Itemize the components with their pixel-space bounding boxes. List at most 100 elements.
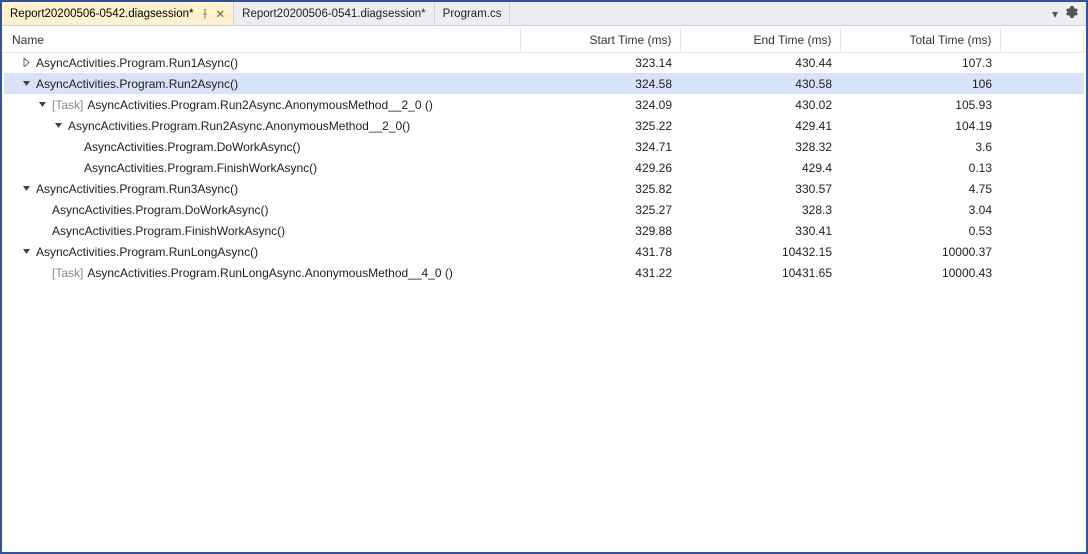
row-name-text: AsyncActivities.Program.Run2Async.Anonym… (68, 119, 410, 133)
cell-start: 325.82 (520, 178, 680, 199)
table-row[interactable]: AsyncActivities.Program.FinishWorkAsync(… (4, 157, 1084, 178)
cell-total: 104.19 (840, 115, 1000, 136)
cell-end: 429.41 (680, 115, 840, 136)
cell-end: 330.57 (680, 178, 840, 199)
row-name-text: AsyncActivities.Program.Run3Async() (36, 182, 238, 196)
cell-end: 328.32 (680, 136, 840, 157)
cell-total: 3.04 (840, 199, 1000, 220)
row-name-text: AsyncActivities.Program.Run2Async() (36, 77, 238, 91)
cell-start: 325.22 (520, 115, 680, 136)
cell-start: 324.09 (520, 94, 680, 115)
dropdown-icon[interactable]: ▾ (1052, 7, 1058, 21)
expander-placeholder (68, 141, 80, 153)
cell-extra (1000, 220, 1084, 241)
tab-2[interactable]: Program.cs (435, 2, 511, 25)
col-header-total[interactable]: Total Time (ms) (840, 28, 1000, 52)
cell-name: AsyncActivities.Program.Run3Async() (4, 178, 520, 199)
table-row[interactable]: AsyncActivities.Program.Run2Async() 324.5… (4, 73, 1084, 94)
chevron-right-icon[interactable] (20, 57, 32, 69)
cell-start: 429.26 (520, 157, 680, 178)
cell-total: 10000.43 (840, 262, 1000, 283)
col-header-end[interactable]: End Time (ms) (680, 28, 840, 52)
cell-name: AsyncActivities.Program.FinishWorkAsync(… (4, 220, 520, 241)
tab-0[interactable]: Report20200506-0542.diagsession* ✕ (2, 2, 234, 25)
expander-placeholder (36, 267, 48, 279)
cell-total: 0.53 (840, 220, 1000, 241)
cell-end: 328.3 (680, 199, 840, 220)
cell-total: 105.93 (840, 94, 1000, 115)
cell-start: 324.58 (520, 73, 680, 94)
cell-extra (1000, 262, 1084, 283)
cell-name: AsyncActivities.Program.RunLongAsync() (4, 241, 520, 262)
cell-name: AsyncActivities.Program.Run2Async() (4, 73, 520, 94)
task-tag: [Task] (52, 98, 83, 112)
close-icon[interactable]: ✕ (216, 7, 226, 21)
col-header-name[interactable]: Name (4, 28, 520, 52)
cell-total: 107.3 (840, 52, 1000, 73)
cell-extra (1000, 94, 1084, 115)
cell-end: 330.41 (680, 220, 840, 241)
cell-name: AsyncActivities.Program.Run1Async() (4, 52, 520, 73)
row-name-text: AsyncActivities.Program.RunLongAsync() (36, 245, 258, 259)
tab-bar: Report20200506-0542.diagsession*✕Report2… (2, 2, 1086, 26)
task-tag: [Task] (52, 266, 83, 280)
cell-name: AsyncActivities.Program.FinishWorkAsync(… (4, 157, 520, 178)
cell-extra (1000, 52, 1084, 73)
table-row[interactable]: [Task] AsyncActivities.Program.Run2Async.… (4, 94, 1084, 115)
cell-total: 10000.37 (840, 241, 1000, 262)
cell-start: 324.71 (520, 136, 680, 157)
col-header-start[interactable]: Start Time (ms) (520, 28, 680, 52)
cell-total: 4.75 (840, 178, 1000, 199)
cell-extra (1000, 199, 1084, 220)
expander-placeholder (36, 225, 48, 237)
report-content: Name Start Time (ms) End Time (ms) Total… (2, 26, 1086, 552)
cell-total: 3.6 (840, 136, 1000, 157)
row-name-text: AsyncActivities.Program.RunLongAsync.Ano… (87, 266, 453, 280)
cell-start: 329.88 (520, 220, 680, 241)
cell-name: AsyncActivities.Program.DoWorkAsync() (4, 199, 520, 220)
expander-placeholder (36, 204, 48, 216)
row-name-text: AsyncActivities.Program.Run2Async.Anonym… (87, 98, 433, 112)
table-row[interactable]: [Task] AsyncActivities.Program.RunLongAsy… (4, 262, 1084, 283)
chevron-down-icon[interactable] (20, 246, 32, 258)
cell-end: 429.4 (680, 157, 840, 178)
table-row[interactable]: AsyncActivities.Program.RunLongAsync() 43… (4, 241, 1084, 262)
cell-extra (1000, 241, 1084, 262)
pin-icon[interactable] (200, 9, 210, 19)
tab-label: Report20200506-0542.diagsession* (10, 8, 194, 20)
table-row[interactable]: AsyncActivities.Program.FinishWorkAsync(… (4, 220, 1084, 241)
cell-end: 430.44 (680, 52, 840, 73)
tab-1[interactable]: Report20200506-0541.diagsession* (234, 2, 435, 25)
table-row[interactable]: AsyncActivities.Program.Run2Async.Anonym… (4, 115, 1084, 136)
table-body: AsyncActivities.Program.Run1Async()323.1… (4, 52, 1084, 283)
cell-name: AsyncActivities.Program.Run2Async.Anonym… (4, 115, 520, 136)
cell-name: AsyncActivities.Program.DoWorkAsync() (4, 136, 520, 157)
chevron-down-icon[interactable] (20, 183, 32, 195)
chevron-down-icon[interactable] (20, 78, 32, 90)
cell-extra (1000, 115, 1084, 136)
chevron-down-icon[interactable] (36, 99, 48, 111)
row-name-text: AsyncActivities.Program.Run1Async() (36, 56, 238, 70)
table-row[interactable]: AsyncActivities.Program.DoWorkAsync()324… (4, 136, 1084, 157)
table-row[interactable]: AsyncActivities.Program.Run3Async() 325.8… (4, 178, 1084, 199)
expander-placeholder (68, 162, 80, 174)
gear-icon[interactable] (1066, 6, 1078, 21)
chevron-down-icon[interactable] (52, 120, 64, 132)
row-name-text: AsyncActivities.Program.FinishWorkAsync(… (84, 161, 317, 175)
cell-total: 0.13 (840, 157, 1000, 178)
cell-extra (1000, 73, 1084, 94)
cell-end: 430.58 (680, 73, 840, 94)
tab-label: Report20200506-0541.diagsession* (242, 8, 426, 20)
cell-start: 431.22 (520, 262, 680, 283)
row-name-text: AsyncActivities.Program.FinishWorkAsync(… (52, 224, 285, 238)
cell-extra (1000, 157, 1084, 178)
table-row[interactable]: AsyncActivities.Program.DoWorkAsync() 325… (4, 199, 1084, 220)
cell-extra (1000, 136, 1084, 157)
cell-name: [Task] AsyncActivities.Program.RunLongAsy… (4, 262, 520, 283)
row-name-text: AsyncActivities.Program.DoWorkAsync() (52, 203, 269, 217)
table-row[interactable]: AsyncActivities.Program.Run1Async()323.1… (4, 52, 1084, 73)
cell-start: 325.27 (520, 199, 680, 220)
tab-label: Program.cs (443, 8, 502, 20)
cell-start: 431.78 (520, 241, 680, 262)
cell-end: 10432.15 (680, 241, 840, 262)
